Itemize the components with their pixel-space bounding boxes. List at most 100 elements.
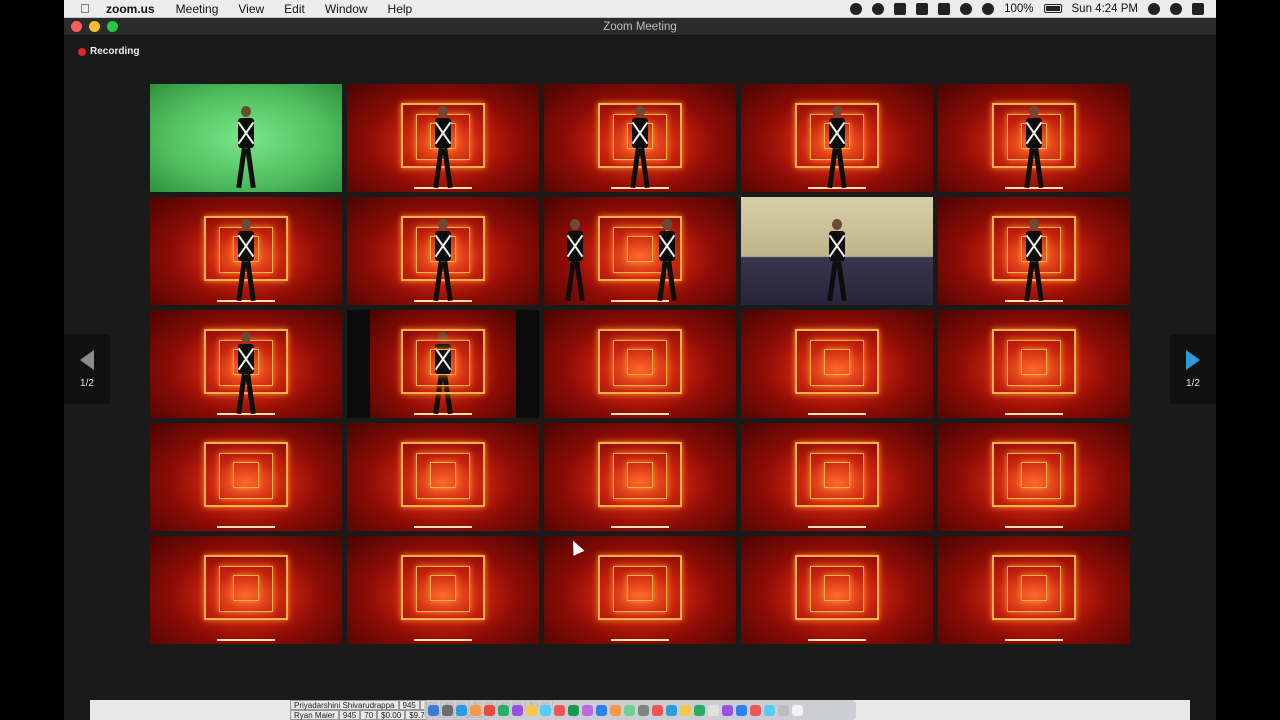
video-tile[interactable] xyxy=(544,423,736,531)
dock-app-icon[interactable] xyxy=(442,704,453,716)
dock-app-icon[interactable] xyxy=(778,704,789,716)
siri-icon[interactable] xyxy=(1170,2,1182,15)
neon-frame xyxy=(823,348,851,375)
dancer-torso xyxy=(829,118,845,148)
video-tile[interactable] xyxy=(544,197,736,305)
spotlight-search-icon[interactable] xyxy=(1148,2,1160,15)
dancer-leg-r xyxy=(836,147,847,189)
dancer-torso xyxy=(238,118,254,148)
video-tile[interactable] xyxy=(150,197,342,305)
video-tile[interactable] xyxy=(347,310,539,418)
sheet-cell: $0.00 xyxy=(377,710,406,720)
video-tile[interactable] xyxy=(150,310,342,418)
battery-percent[interactable]: 100% xyxy=(1004,3,1033,15)
video-tile[interactable] xyxy=(741,536,933,644)
dock-app-icon[interactable] xyxy=(540,704,551,716)
neon-frame xyxy=(232,461,260,488)
video-tile[interactable] xyxy=(938,536,1130,644)
video-tile[interactable] xyxy=(938,310,1130,418)
dancer-head xyxy=(662,219,672,230)
dock-app-icon[interactable] xyxy=(428,704,439,716)
video-tile[interactable] xyxy=(741,84,933,192)
dock-app-icon[interactable] xyxy=(764,704,775,716)
menu-app-name[interactable]: zoom.us xyxy=(106,2,155,16)
battery-icon[interactable] xyxy=(1043,4,1062,13)
video-tile[interactable] xyxy=(347,84,539,192)
video-tile[interactable] xyxy=(347,536,539,644)
dancer-figure xyxy=(432,106,454,189)
video-tile[interactable] xyxy=(150,84,342,192)
dock-app-icon[interactable] xyxy=(596,704,607,716)
floor-light xyxy=(217,639,275,641)
video-tile[interactable] xyxy=(938,197,1130,305)
dancer-figure xyxy=(432,219,454,302)
dancer-torso xyxy=(632,118,648,148)
bluetooth-icon[interactable] xyxy=(960,2,973,15)
wifi-icon[interactable] xyxy=(982,2,995,15)
dock-app-icon[interactable] xyxy=(484,704,495,716)
airplay-icon[interactable] xyxy=(938,2,951,15)
dock-app-icon[interactable] xyxy=(582,704,593,716)
dancer-head xyxy=(241,106,251,117)
menu-meeting[interactable]: Meeting xyxy=(176,2,219,16)
dock-app-icon[interactable] xyxy=(610,704,621,716)
video-tile[interactable] xyxy=(150,536,342,644)
check-status-icon[interactable] xyxy=(872,2,885,15)
dancer-figure xyxy=(235,106,257,189)
video-tile[interactable] xyxy=(741,197,933,305)
neon-frame xyxy=(1020,574,1048,601)
menu-view[interactable]: View xyxy=(238,2,264,16)
floor-light xyxy=(1005,526,1063,528)
video-tile[interactable] xyxy=(938,84,1130,192)
record-status-icon[interactable] xyxy=(850,2,863,15)
dock-app-icon[interactable] xyxy=(666,704,677,716)
dock-app-icon[interactable] xyxy=(750,704,761,716)
apple-icon[interactable]:  xyxy=(80,1,94,16)
notification-center-icon[interactable] xyxy=(1192,2,1204,15)
dock-app-icon[interactable] xyxy=(722,704,733,716)
dancer-head xyxy=(1029,219,1039,230)
display-status-icon[interactable] xyxy=(916,2,929,15)
dock-app-icon[interactable] xyxy=(736,704,747,716)
video-tile[interactable] xyxy=(938,423,1130,531)
dock-app-icon[interactable] xyxy=(792,704,803,716)
neon-frame xyxy=(429,461,457,488)
video-tile[interactable] xyxy=(741,310,933,418)
recording-indicator[interactable]: Recording xyxy=(78,46,139,57)
dock-app-icon[interactable] xyxy=(624,704,635,716)
neon-frame xyxy=(1020,348,1048,375)
video-tile[interactable] xyxy=(347,197,539,305)
dock-app-icon[interactable] xyxy=(708,704,719,716)
dancer-torso xyxy=(238,344,254,374)
dock-app-icon[interactable] xyxy=(470,704,481,716)
dock-app-icon[interactable] xyxy=(512,704,523,716)
zoom-status-icon[interactable] xyxy=(894,2,907,15)
previous-page-button[interactable]: 1/2 xyxy=(64,334,110,404)
dock-app-icon[interactable] xyxy=(456,704,467,716)
dancer-leg-r xyxy=(245,260,256,302)
dancer-torso xyxy=(659,231,675,261)
video-tile[interactable] xyxy=(544,310,736,418)
menu-window[interactable]: Window xyxy=(325,2,368,16)
macos-menu-bar:  zoom.us Meeting View Edit Window Help … xyxy=(64,0,1216,18)
clock[interactable]: Sun 4:24 PM xyxy=(1072,3,1138,15)
dock-app-icon[interactable] xyxy=(694,704,705,716)
dock-app-icon[interactable] xyxy=(568,704,579,716)
dock-app-icon[interactable] xyxy=(498,704,509,716)
dock-app-icon[interactable] xyxy=(680,704,691,716)
video-tile[interactable] xyxy=(347,423,539,531)
floor-light xyxy=(217,526,275,528)
next-page-button[interactable]: 1/2 xyxy=(1170,334,1216,404)
menu-help[interactable]: Help xyxy=(388,2,413,16)
neon-frame xyxy=(626,348,654,375)
video-tile[interactable] xyxy=(150,423,342,531)
dock-app-icon[interactable] xyxy=(638,704,649,716)
video-tile[interactable] xyxy=(544,84,736,192)
dock-app-icon[interactable] xyxy=(652,704,663,716)
dock-app-icon[interactable] xyxy=(526,704,537,716)
video-tile[interactable] xyxy=(741,423,933,531)
dancer-figure xyxy=(1023,106,1045,189)
dock-app-icon[interactable] xyxy=(554,704,565,716)
sheet-cell: Priyadarshini Shivarudrappa xyxy=(290,700,399,710)
menu-edit[interactable]: Edit xyxy=(284,2,305,16)
